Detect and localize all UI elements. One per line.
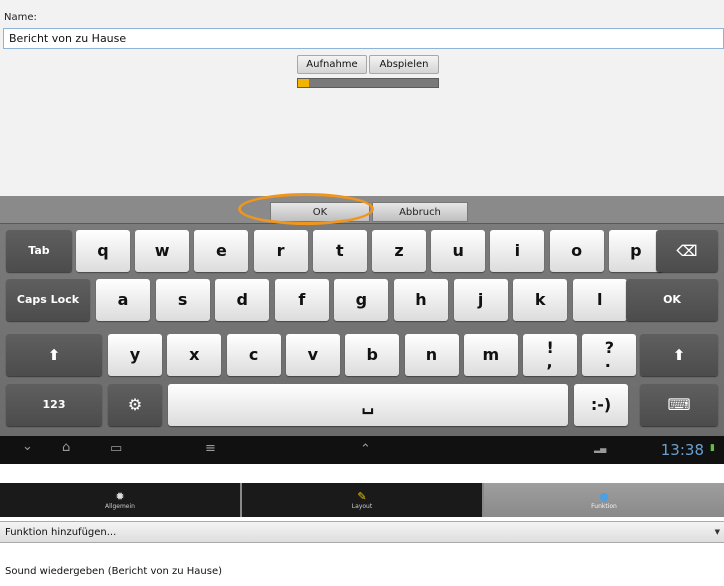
key-t[interactable]: t — [312, 230, 367, 272]
key-e[interactable]: e — [194, 230, 249, 272]
caps-lock-key[interactable]: Caps Lock — [6, 279, 90, 321]
general-icon: ✹ — [115, 490, 125, 503]
tab-key[interactable]: Tab — [6, 230, 72, 272]
tab-label: Layout — [351, 503, 373, 510]
enter-ok-key[interactable]: OK — [626, 279, 718, 321]
space-bar[interactable]: ␣ — [168, 384, 568, 426]
home-icon[interactable]: ⌂ — [62, 440, 70, 455]
key-m[interactable]: m — [463, 334, 518, 376]
backspace-icon: ⌫ — [676, 242, 698, 260]
shift-key-right[interactable]: ⬆ — [640, 334, 718, 376]
settings-tabs: ✹ Allgemein ✎ Layout ● Funktion — [0, 483, 724, 517]
clock: 13:38 — [660, 441, 704, 459]
function-item[interactable]: Sound wiedergeben (Bericht von zu Hause) — [5, 566, 222, 577]
system-bar: ⌄ ⌂ ▭ ≡ ⌃ ▂▄ 13:38 ▮ — [0, 436, 724, 464]
keyboard-hide-icon: ⌨ — [667, 395, 691, 414]
key-b[interactable]: b — [345, 334, 400, 376]
record-button[interactable]: Aufnahme — [297, 55, 367, 74]
menu-icon[interactable]: ≡ — [205, 441, 216, 456]
tab-allgemein[interactable]: ✹ Allgemein — [0, 483, 242, 517]
key-z[interactable]: z — [372, 230, 426, 272]
key-p[interactable]: p — [608, 230, 663, 272]
key-punct-8[interactable]: ? . — [582, 334, 637, 376]
key-f[interactable]: f — [274, 279, 329, 321]
shift-arrow-icon: ⬆ — [47, 346, 61, 364]
progress-fill — [298, 79, 310, 87]
battery-icon: ▮ — [710, 443, 715, 453]
key-r[interactable]: r — [253, 230, 308, 272]
play-button[interactable]: Abspielen — [369, 55, 439, 74]
back-chevron-icon[interactable]: ⌄ — [22, 439, 33, 454]
key-v[interactable]: v — [285, 334, 340, 376]
key-o[interactable]: o — [549, 230, 604, 272]
onscreen-keyboard: OK Abbruch Tab q w e r t z u i o p ⌫ Caps Lock a s d f g h… — [0, 196, 724, 436]
recent-apps-icon[interactable]: ▭ — [110, 441, 122, 456]
chevron-up-icon[interactable]: ⌃ — [360, 442, 371, 457]
name-label: Name: — [4, 12, 37, 23]
key-u[interactable]: u — [431, 230, 486, 272]
tab-label: Funktion — [591, 503, 617, 510]
signal-icon: ▂▄ — [594, 444, 607, 453]
key-k[interactable]: k — [513, 279, 568, 321]
shift-arrow-icon: ⬆ — [672, 346, 686, 364]
recording-progress-bar — [297, 78, 439, 88]
add-function-dropdown[interactable]: Funktion hinzufügen... ▼ — [0, 521, 724, 543]
ok-highlight-ring — [238, 193, 374, 225]
key-a[interactable]: a — [96, 279, 150, 321]
layout-icon: ✎ — [357, 490, 367, 503]
gear-icon: ⚙ — [127, 395, 143, 414]
shift-key-left[interactable]: ⬆ — [6, 334, 102, 376]
key-x[interactable]: x — [167, 334, 222, 376]
space-bar-icon: ␣ — [361, 394, 375, 415]
name-input[interactable]: Bericht von zu Hause — [3, 28, 724, 49]
key-h[interactable]: h — [394, 279, 448, 321]
tab-layout[interactable]: ✎ Layout — [242, 483, 484, 517]
key-j[interactable]: j — [453, 279, 508, 321]
cancel-button[interactable]: Abbruch — [372, 202, 468, 222]
key-y[interactable]: y — [108, 334, 162, 376]
key-l[interactable]: l — [572, 279, 627, 321]
key-d[interactable]: d — [215, 279, 270, 321]
smiley-key[interactable]: :-) — [574, 384, 628, 426]
key-s[interactable]: s — [155, 279, 210, 321]
tab-funktion[interactable]: ● Funktion — [484, 483, 724, 517]
key-w[interactable]: w — [135, 230, 190, 272]
key-c[interactable]: c — [226, 334, 281, 376]
recording-dialog: Name: Bericht von zu Hause Aufnahme Absp… — [0, 0, 724, 196]
backspace-key[interactable]: ⌫ — [656, 230, 718, 272]
dropdown-arrow-icon: ▼ — [714, 528, 720, 536]
dropdown-label: Funktion hinzufügen... — [5, 527, 117, 538]
key-i[interactable]: i — [490, 230, 545, 272]
key-n[interactable]: n — [404, 334, 459, 376]
key-q[interactable]: q — [76, 230, 130, 272]
key-g[interactable]: g — [334, 279, 389, 321]
key-punct-7[interactable]: ! , — [523, 334, 578, 376]
numbers-key[interactable]: 123 — [6, 384, 102, 426]
function-icon: ● — [599, 490, 609, 503]
settings-key[interactable]: ⚙ — [108, 384, 162, 426]
tab-label: Allgemein — [105, 503, 135, 510]
hide-keyboard-key[interactable]: ⌨ — [640, 384, 718, 426]
